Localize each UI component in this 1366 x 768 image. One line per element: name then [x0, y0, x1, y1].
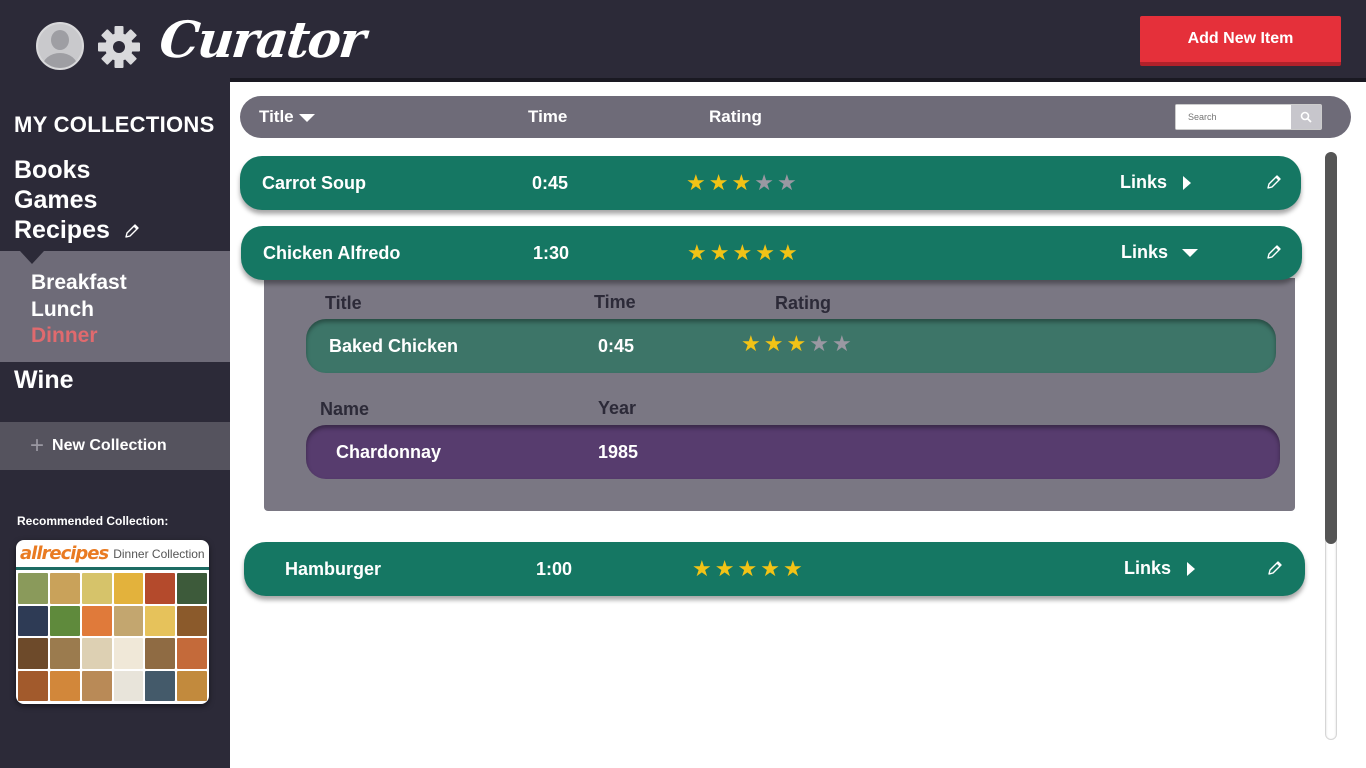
star-empty-icon[interactable]: ★: [809, 333, 829, 355]
star-filled-icon[interactable]: ★: [692, 558, 712, 580]
star-rating: ★ ★ ★ ★ ★: [741, 333, 852, 355]
links-label: Links: [1121, 242, 1169, 262]
star-filled-icon[interactable]: ★: [755, 242, 775, 264]
user-avatar-icon[interactable]: [36, 22, 84, 70]
star-filled-icon[interactable]: ★: [687, 242, 707, 264]
recipe-column-time: Time: [594, 292, 636, 312]
add-new-item-button[interactable]: Add New Item: [1140, 16, 1341, 66]
food-photo-collage: [18, 573, 207, 701]
sidebar-item-games[interactable]: Games: [14, 186, 97, 215]
edit-pencil-icon[interactable]: [123, 222, 141, 240]
item-time: 1:30: [533, 243, 570, 263]
chevron-down-icon: [298, 113, 315, 122]
new-collection-label: New Collection: [52, 437, 167, 454]
recipe-column-title: Title: [325, 293, 362, 313]
sidebar-item-wine[interactable]: Wine: [14, 366, 74, 395]
item-row[interactable]: Carrot Soup 0:45 ★ ★ ★ ★ ★ Links: [240, 156, 1301, 210]
search-button[interactable]: [1291, 105, 1321, 129]
star-filled-icon[interactable]: ★: [760, 558, 780, 580]
column-time-label[interactable]: Time: [528, 107, 567, 127]
star-filled-icon[interactable]: ★: [709, 172, 729, 194]
star-filled-icon[interactable]: ★: [710, 242, 730, 264]
recommended-collection-card[interactable]: allrecipes Dinner Collection: [16, 540, 209, 704]
item-title: Carrot Soup: [262, 173, 367, 193]
my-collections-heading: MY COLLECTIONS: [14, 112, 215, 137]
star-empty-icon[interactable]: ★: [777, 172, 797, 194]
chevron-right-icon: [1183, 175, 1192, 190]
app-logo: Curator: [156, 10, 367, 69]
search-icon: [1300, 111, 1312, 123]
star-filled-icon[interactable]: ★: [715, 558, 735, 580]
star-rating: ★ ★ ★ ★ ★: [686, 172, 797, 194]
linked-wine-row[interactable]: Chardonnay 1985: [306, 425, 1280, 479]
recommended-card-header: allrecipes Dinner Collection: [16, 540, 209, 570]
star-empty-icon[interactable]: ★: [754, 172, 774, 194]
edit-pencil-icon[interactable]: [1265, 243, 1283, 261]
scrollbar-thumb[interactable]: [1325, 152, 1337, 544]
star-filled-icon[interactable]: ★: [786, 333, 806, 355]
plus-icon: +: [30, 432, 45, 459]
recipe-column-rating: Rating: [775, 293, 831, 313]
sidebar-item-books[interactable]: Books: [14, 156, 90, 185]
new-collection-button[interactable]: + New Collection: [0, 422, 231, 470]
top-bar: Curator Add New Item: [0, 0, 1366, 80]
linked-wine-year: 1985: [598, 442, 639, 462]
search-input[interactable]: [1176, 105, 1291, 129]
links-button[interactable]: Links: [1121, 242, 1199, 263]
sidebar: MY COLLECTIONS Books Games Recipes Break…: [0, 80, 231, 768]
sidebar-item-recipes[interactable]: Recipes: [14, 216, 141, 245]
sidebar-item-recipes-label: Recipes: [14, 216, 110, 244]
links-label: Links: [1124, 558, 1172, 578]
star-filled-icon[interactable]: ★: [731, 172, 751, 194]
star-filled-icon[interactable]: ★: [778, 242, 798, 264]
linked-recipe-row[interactable]: Baked Chicken 0:45 ★ ★ ★ ★ ★: [306, 319, 1276, 373]
main-content: Title Time Rating Carrot Soup 0:45 ★★★★★…: [230, 82, 1366, 768]
chevron-right-icon: [1187, 561, 1196, 576]
linked-recipe-time: 0:45: [598, 336, 635, 356]
item-title: Chicken Alfredo: [263, 243, 401, 263]
panel-notch: [20, 251, 44, 264]
expanded-details-panel: Title Time Rating Baked Chicken 0:45 ★ ★ ★…: [264, 278, 1295, 511]
item-time: 1:00: [536, 559, 573, 579]
item-row[interactable]: Chicken Alfredo 1:30 ★ ★ ★ ★ ★ Links: [241, 226, 1302, 280]
sidebar-subitem-dinner[interactable]: Dinner: [31, 324, 98, 348]
edit-pencil-icon[interactable]: [1265, 173, 1283, 191]
allrecipes-logo: allrecipes: [20, 543, 109, 564]
star-filled-icon[interactable]: ★: [764, 333, 784, 355]
sidebar-subitem-breakfast[interactable]: Breakfast: [31, 271, 127, 295]
links-label: Links: [1120, 172, 1168, 192]
sidebar-subitem-lunch[interactable]: Lunch: [31, 298, 94, 322]
linked-wine-name: Chardonnay: [336, 442, 442, 462]
star-rating: ★ ★ ★ ★ ★: [692, 558, 803, 580]
column-title-label: Title: [259, 107, 294, 126]
search-box: [1175, 104, 1322, 130]
chevron-down-icon: [1182, 248, 1199, 257]
item-title: Hamburger: [285, 559, 382, 579]
star-filled-icon[interactable]: ★: [741, 333, 761, 355]
sort-title-button[interactable]: Title: [259, 107, 315, 127]
linked-recipe-title: Baked Chicken: [329, 336, 459, 356]
edit-pencil-icon[interactable]: [1266, 559, 1284, 577]
column-rating-label[interactable]: Rating: [709, 107, 762, 127]
star-rating: ★ ★ ★ ★ ★: [687, 242, 798, 264]
star-filled-icon[interactable]: ★: [732, 242, 752, 264]
gear-icon[interactable]: [97, 25, 141, 69]
item-row[interactable]: Hamburger 1:00 ★ ★ ★ ★ ★ Links: [244, 542, 1305, 596]
recommended-card-title: Dinner Collection: [113, 546, 205, 561]
links-button[interactable]: Links: [1124, 558, 1196, 579]
star-filled-icon[interactable]: ★: [737, 558, 757, 580]
star-empty-icon[interactable]: ★: [832, 333, 852, 355]
wine-column-year: Year: [598, 398, 637, 418]
column-header-bar: Title Time Rating: [240, 96, 1351, 138]
wine-column-name: Name: [320, 399, 370, 419]
star-filled-icon[interactable]: ★: [686, 172, 706, 194]
links-button[interactable]: Links: [1120, 172, 1192, 193]
item-time: 0:45: [532, 173, 569, 193]
recommended-label: Recommended Collection:: [17, 514, 169, 528]
star-filled-icon[interactable]: ★: [783, 558, 803, 580]
